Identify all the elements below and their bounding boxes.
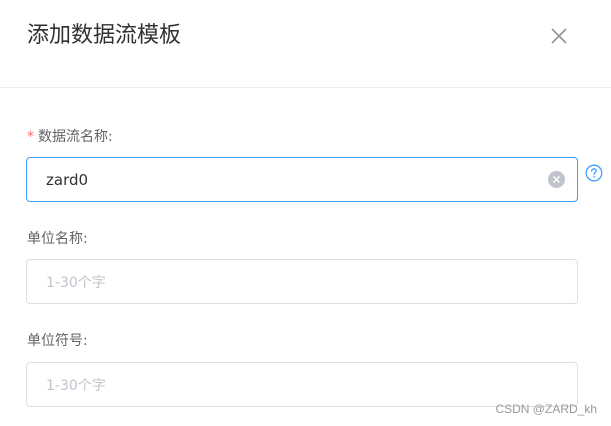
dialog-title: 添加数据流模板 [27,23,182,48]
question-circle-icon[interactable] [585,164,603,182]
unit-name-input[interactable] [27,260,577,303]
circle-x-icon[interactable] [548,171,565,188]
stream-name-label-text: 数据流名称: [38,129,113,145]
close-icon[interactable] [547,24,571,48]
unit-symbol-field[interactable] [26,362,578,407]
required-asterisk: * [27,129,34,145]
unit-symbol-label: 单位符号: [27,333,88,349]
stream-name-label: * 数据流名称: [27,127,113,147]
unit-name-label: 单位名称: [27,231,88,247]
watermark: CSDN @ZARD_kh [495,402,597,416]
add-stream-template-dialog: 添加数据流模板 *数据流名称: 单位名称: [0,0,611,426]
unit-name-field[interactable] [26,259,578,304]
stream-name-input[interactable] [27,158,577,201]
dialog-header: 添加数据流模板 [0,0,611,88]
unit-symbol-input[interactable] [27,363,577,406]
stream-name-field[interactable] [26,157,578,202]
